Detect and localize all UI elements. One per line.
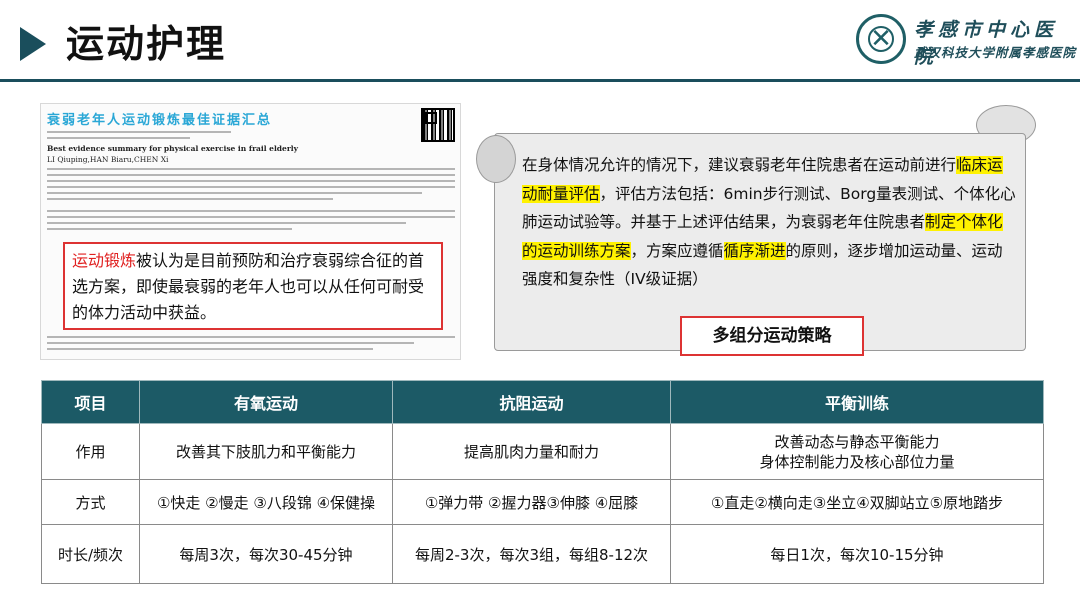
hospital-logo-icon: ✕ [856,14,906,64]
table-cell: 每周2-3次，每次3组，每组8-12次 [392,524,671,584]
page-title: 运动护理 [66,22,227,66]
table-cell: 改善其下肢肌力和平衡能力 [139,423,393,480]
hospital-subtitle: 武汉科技大学附属孝感医院 [914,45,1077,60]
callout-highlight: 运动锻炼 [72,251,137,270]
table-cell: ①弹力带 ②握力器③伸膝 ④屈膝 [392,479,671,525]
table-header-balance: 平衡训练 [670,380,1044,424]
multicomponent-strategy-label: 多组分运动策略 [680,316,864,356]
recommendation-segment: 在身体情况允许的情况下，建议衰弱老年住院患者在运动前进行 [522,156,957,174]
paper-abstract-cn-lines [47,168,455,204]
recommendation-text: 在身体情况允许的情况下，建议衰弱老年住院患者在运动前进行临床运动耐量评估，评估方… [522,151,1016,294]
row-label: 方式 [41,479,140,525]
paper-english-authors: LI Qiuping,HAN Biaru,CHEN Xi [47,155,169,164]
table-cell: 提高肌肉力量和耐力 [392,423,671,480]
recommendation-segment: ，方案应遵循 [630,241,724,260]
header-divider [0,79,1080,82]
paper-english-title: Best evidence summary for physical exerc… [47,144,298,153]
table-header-item: 项目 [41,380,140,424]
paper-author-lines [47,131,455,143]
table-header-row: 项目 有氧运动 抗阻运动 平衡训练 [41,380,1044,424]
table-cell: ①直走②横向走③坐立④双脚站立⑤原地踏步 [670,479,1044,525]
scroll-left-curl [476,135,516,183]
exercise-table: 项目 有氧运动 抗阻运动 平衡训练 作用 改善其下肢肌力和平衡能力 提高肌肉力量… [41,380,1044,584]
table-cell: 每日1次，每次10-15分钟 [670,524,1044,584]
paper-title: 衰弱老年人运动锻炼最佳证据汇总 [47,113,273,128]
paper-body-lines [47,336,455,354]
highlighted-phrase: 循序渐进 [723,241,786,260]
table-header-aerobic: 有氧运动 [139,380,393,424]
row-label: 时长/频次 [41,524,140,584]
row-label: 作用 [41,423,140,480]
title-arrow-icon [20,27,46,61]
table-header-resistance: 抗阻运动 [392,380,671,424]
table-row: 方式 ①快走 ②慢走 ③八段锦 ④保健操 ①弹力带 ②握力器③伸膝 ④屈膝 ①直… [41,479,1044,525]
table-cell: ①快走 ②慢走 ③八段锦 ④保健操 [139,479,393,525]
logo-cross-mark: ✕ [870,24,892,54]
paper-excerpt-image: 衰弱老年人运动锻炼最佳证据汇总 Best evidence summary fo… [40,103,461,360]
table-cell: 改善动态与静态平衡能力 身体控制能力及核心部位力量 [670,423,1044,480]
table-row: 时长/频次 每周3次，每次30-45分钟 每周2-3次，每次3组，每组8-12次… [41,524,1044,584]
table-row: 作用 改善其下肢肌力和平衡能力 提高肌肉力量和耐力 改善动态与静态平衡能力 身体… [41,423,1044,480]
table-cell: 每周3次，每次30-45分钟 [139,524,393,584]
paper-abstract-en-lines [47,210,455,234]
exercise-callout: 运动锻炼被认为是目前预防和治疗衰弱综合征的首选方案，即使最衰弱的老年人也可以从任… [63,242,443,330]
